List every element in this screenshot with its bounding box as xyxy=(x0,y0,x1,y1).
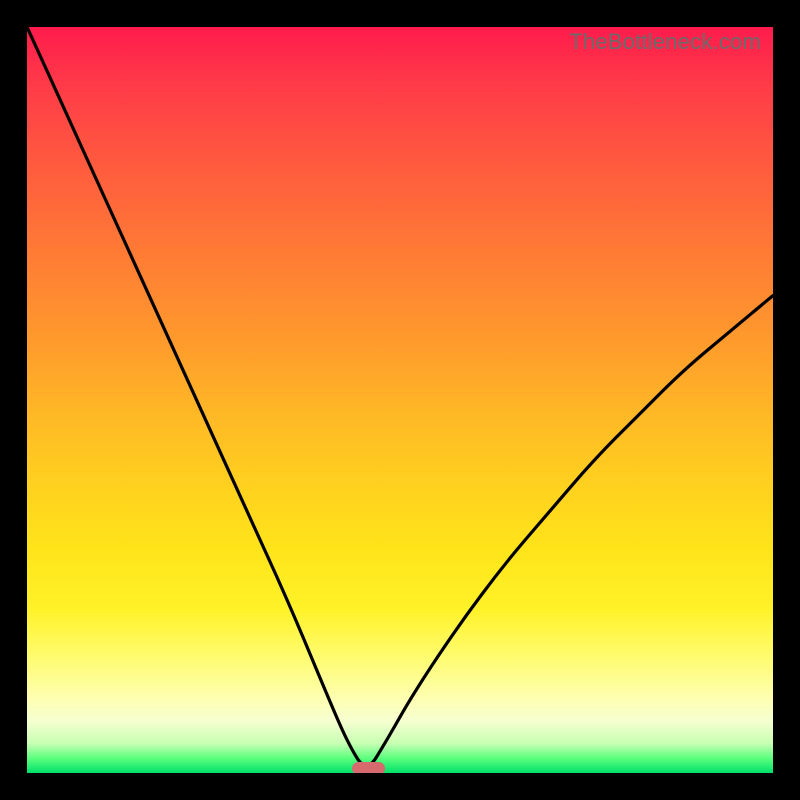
chart-frame: TheBottleneck.com xyxy=(0,0,800,800)
watermark-text: TheBottleneck.com xyxy=(569,29,761,55)
bottleneck-curve xyxy=(27,27,773,773)
optimal-marker xyxy=(352,762,386,773)
plot-area: TheBottleneck.com xyxy=(27,27,773,773)
